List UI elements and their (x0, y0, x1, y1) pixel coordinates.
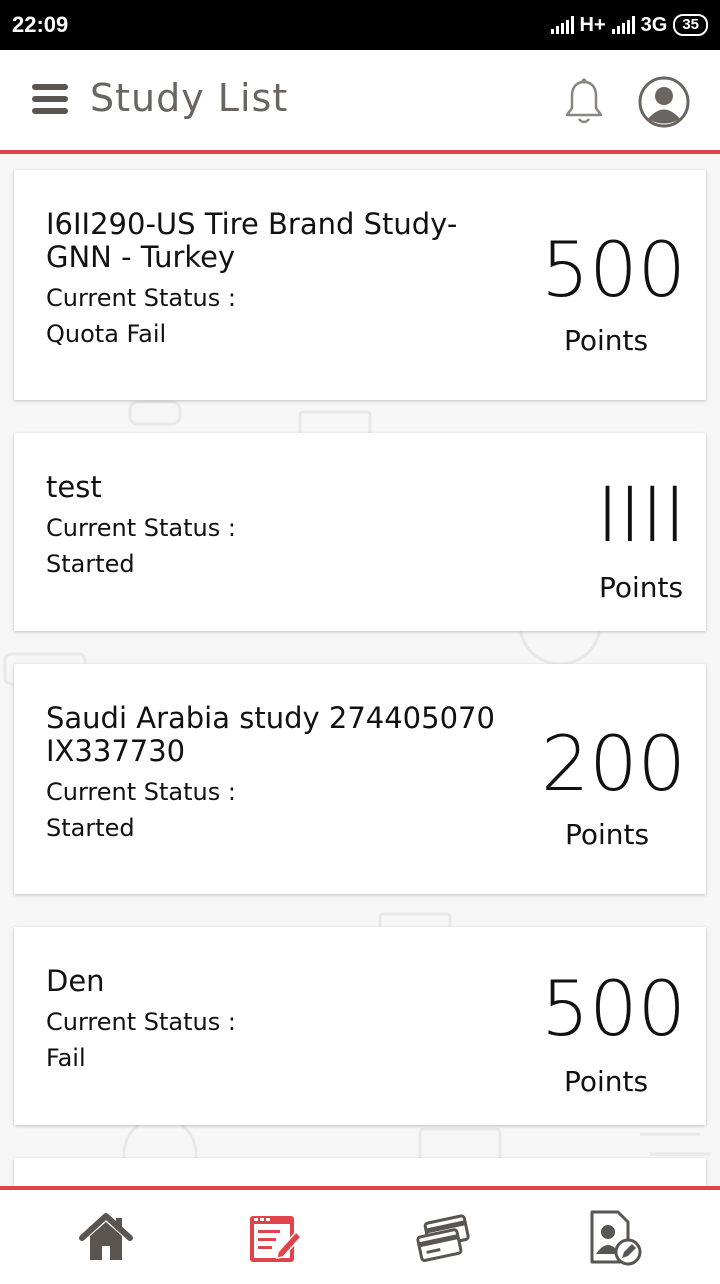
points-label: Points (564, 324, 649, 357)
profile-avatar-icon[interactable] (638, 76, 690, 128)
home-icon[interactable] (76, 1208, 136, 1268)
signal-icon-2 (611, 16, 635, 34)
study-info: test Current Status : Started (46, 470, 516, 579)
status-label: Current Status : (46, 514, 236, 542)
status-value: Started (46, 814, 135, 842)
status-bar: 22:09 H+ 3G 35 (0, 0, 720, 50)
status-value: Started (46, 550, 135, 578)
points-value: 500 (540, 225, 686, 314)
bell-icon[interactable] (562, 78, 606, 126)
status-value: Fail (46, 1044, 86, 1072)
study-info: I6II290-US Tire Brand Study-GNN - Turkey… (46, 207, 516, 349)
points-value: 500 (540, 964, 686, 1053)
study-info: Saudi Arabia study 274405070 IX337730 Cu… (46, 701, 516, 843)
menu-icon[interactable] (32, 84, 68, 114)
study-name: Saudi Arabia study 274405070 IX337730 (46, 701, 495, 768)
bottom-navigation (0, 1186, 720, 1284)
network-type-1: H+ (579, 13, 606, 36)
page-title: Study List (90, 76, 289, 120)
app-header: Study List (0, 50, 720, 154)
points-label: Points (564, 1065, 649, 1098)
study-card[interactable]: Saudi Arabia study 274405070 IX337730 Cu… (14, 664, 706, 894)
status-time: 22:09 (12, 12, 69, 37)
status-label: Current Status : (46, 284, 236, 312)
study-card[interactable]: test Current Status : Started IIII Point… (14, 433, 706, 631)
battery-icon: 35 (673, 14, 708, 36)
study-name: Den (46, 964, 105, 998)
signal-icon (550, 16, 574, 34)
study-list-icon[interactable] (244, 1208, 304, 1268)
points-value: IIII (596, 470, 686, 559)
points-label: Points (599, 571, 684, 604)
study-card[interactable]: Den Current Status : Fail 500 Points (14, 927, 706, 1125)
status-label: Current Status : (46, 778, 236, 806)
study-info: Den Current Status : Fail (46, 964, 516, 1073)
study-name: test (46, 470, 102, 504)
rewards-cards-icon[interactable] (414, 1208, 474, 1268)
points-label: Points (565, 818, 650, 851)
points-value: 200 (540, 719, 686, 808)
study-card[interactable]: I6II290-US Tire Brand Study-GNN - Turkey… (14, 170, 706, 400)
status-label: Current Status : (46, 1008, 236, 1036)
network-type-2: 3G (640, 13, 668, 36)
study-name: I6II290-US Tire Brand Study-GNN - Turkey (46, 207, 458, 274)
status-value: Quota Fail (46, 320, 167, 348)
profile-edit-icon[interactable] (584, 1208, 644, 1268)
status-indicators: H+ 3G 35 (550, 12, 708, 38)
